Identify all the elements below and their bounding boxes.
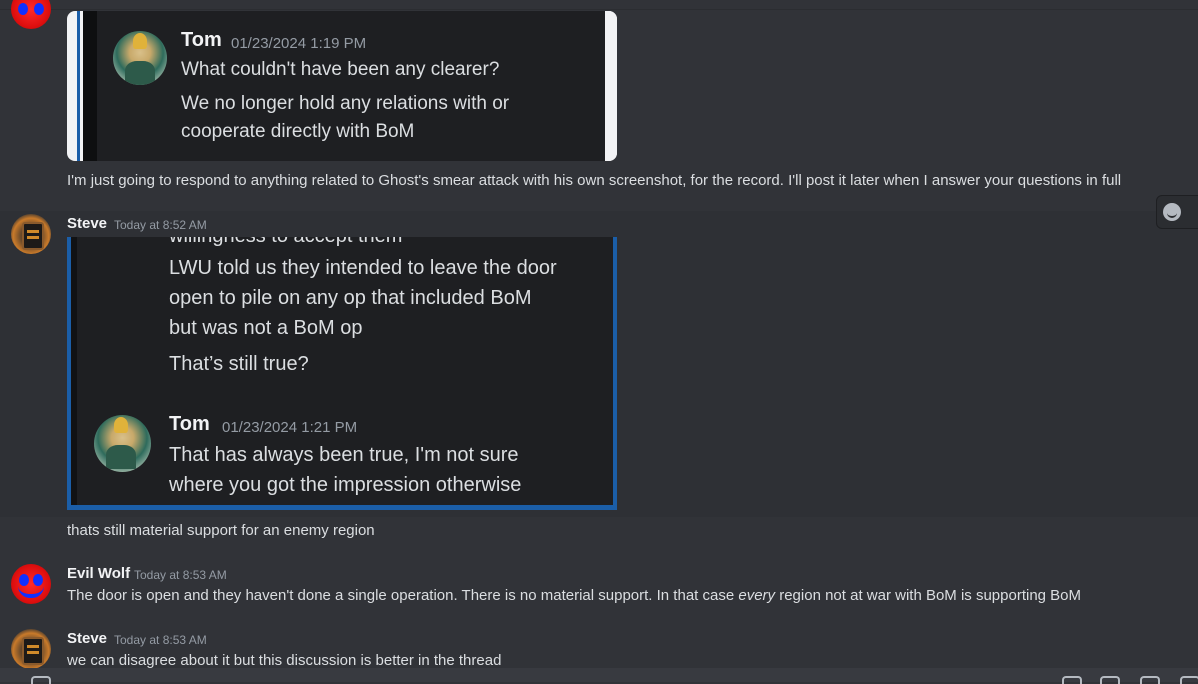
screenshot-line: We no longer hold any relations with or bbox=[181, 93, 510, 114]
username[interactable]: Evil Wolf bbox=[67, 565, 130, 582]
screenshot-line: but was not a BoM op bbox=[169, 317, 363, 339]
emoji-icon[interactable] bbox=[1180, 676, 1198, 684]
message-timestamp: Today at 8:53 AM bbox=[114, 633, 207, 647]
message-text-part: The door is open and they haven't done a… bbox=[67, 587, 739, 604]
message-text-part: region not at war with BoM is supporting… bbox=[775, 587, 1082, 604]
screenshot-line: What couldn't have been any clearer? bbox=[181, 59, 500, 80]
screenshot-cut-line: willingness to accept them bbox=[169, 237, 402, 248]
screenshot-username: Tom bbox=[169, 413, 210, 435]
message-text: The door is open and they haven't done a… bbox=[67, 587, 1081, 604]
add-reaction-button[interactable] bbox=[1156, 195, 1198, 229]
embedded-screenshot-2[interactable]: willingness to accept them LWU told us t… bbox=[67, 237, 617, 510]
screenshot-edge bbox=[71, 237, 77, 505]
screenshot-line: open to pile on any op that included BoM bbox=[169, 287, 532, 309]
tom-avatar bbox=[113, 31, 167, 85]
avatar-evil-wolf[interactable] bbox=[11, 564, 51, 604]
screenshot-timestamp: 01/23/2024 1:21 PM bbox=[222, 419, 358, 436]
tom-avatar bbox=[94, 415, 151, 472]
quote-bar bbox=[77, 11, 80, 161]
screenshot-line: where you got the impression otherwise bbox=[169, 474, 522, 496]
screenshot-timestamp: 01/23/2024 1:19 PM bbox=[231, 35, 367, 52]
avatar-evil-wolf-top[interactable] bbox=[11, 0, 51, 29]
embedded-screenshot-1[interactable]: Tom 01/23/2024 1:19 PM What couldn't hav… bbox=[67, 11, 617, 161]
top-divider bbox=[0, 0, 1198, 10]
screenshot-line: That’s still true? bbox=[169, 353, 309, 375]
smile-icon bbox=[1163, 203, 1181, 221]
message-text: thats still material support for an enem… bbox=[67, 522, 375, 539]
screenshot-line: That has always been true, I'm not sure bbox=[169, 444, 519, 466]
screenshot-line: cooperate directly with BoM bbox=[181, 121, 415, 142]
message-text: I'm just going to respond to anything re… bbox=[67, 172, 1122, 189]
gift-icon[interactable] bbox=[1062, 676, 1082, 684]
avatar-steve[interactable] bbox=[11, 629, 51, 669]
screenshot-line: LWU told us they intended to leave the d… bbox=[169, 257, 557, 279]
message-text-emphasis: every bbox=[738, 587, 776, 604]
message-timestamp: Today at 8:53 AM bbox=[134, 568, 227, 582]
sticker-icon[interactable] bbox=[1140, 676, 1160, 684]
message-input-bar[interactable] bbox=[0, 668, 1198, 684]
screenshot-edge bbox=[605, 11, 617, 161]
username[interactable]: Steve bbox=[67, 215, 107, 232]
screenshot-content: Tom 01/23/2024 1:19 PM What couldn't hav… bbox=[83, 11, 605, 161]
username[interactable]: Steve bbox=[67, 630, 107, 647]
attach-icon[interactable] bbox=[31, 676, 51, 684]
message-timestamp: Today at 8:52 AM bbox=[114, 218, 207, 232]
gif-icon[interactable] bbox=[1100, 676, 1120, 684]
message-text: we can disagree about it but this discus… bbox=[67, 652, 502, 669]
avatar-steve[interactable] bbox=[11, 214, 51, 254]
screenshot-username: Tom bbox=[181, 29, 222, 51]
